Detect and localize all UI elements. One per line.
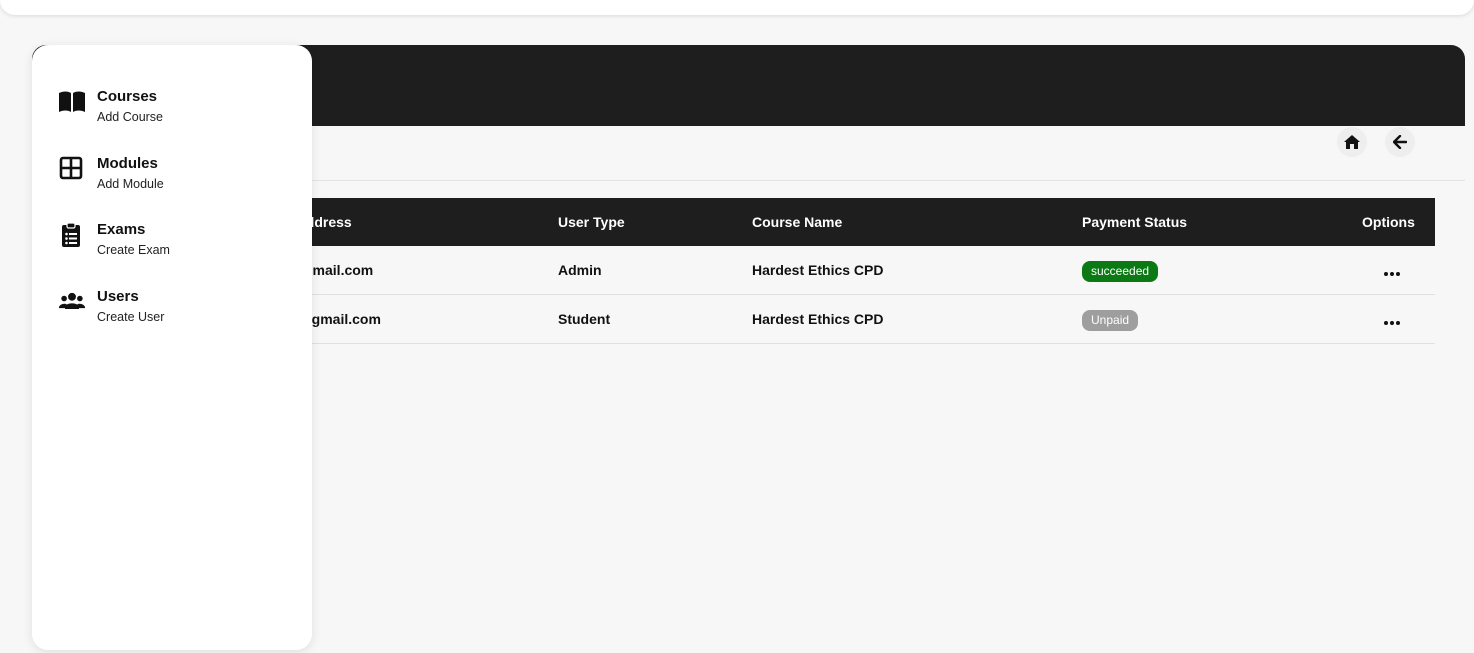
home-button[interactable] [1337, 127, 1367, 157]
payment-status-badge: Unpaid [1082, 310, 1139, 331]
cell-user-type: Student [558, 311, 611, 327]
arrow-left-icon [1393, 135, 1407, 149]
sidebar-subitem-create-user[interactable]: Create User [97, 310, 164, 324]
cell-email: gmail.com [304, 262, 374, 278]
more-options-icon[interactable] [1382, 262, 1402, 282]
sidebar-subitem-create-exam[interactable]: Create Exam [97, 243, 170, 257]
sidebar-item-label[interactable]: Modules [97, 155, 158, 172]
more-options-icon[interactable] [1382, 311, 1402, 331]
sidebar-item-label[interactable]: Exams [97, 221, 145, 238]
grid-icon [59, 156, 83, 180]
sidebar-subitem-add-module[interactable]: Add Module [97, 177, 164, 191]
cell-course-name: Hardest Ethics CPD [752, 262, 884, 278]
payment-status-badge: succeeded [1082, 261, 1159, 282]
cell-user-type: Admin [558, 262, 602, 278]
clipboard-list-icon [62, 222, 80, 247]
sidebar-menu: Courses Add Course Modules Add Module Ex… [32, 45, 312, 650]
home-icon [1344, 135, 1360, 149]
sidebar-item-label[interactable]: Users [97, 288, 139, 305]
column-header-options: Options [1362, 214, 1415, 230]
sidebar-item-label[interactable]: Courses [97, 88, 157, 105]
top-navbar [0, 0, 1474, 15]
users-icon [58, 292, 86, 309]
column-header-course-name[interactable]: Course Name [752, 214, 842, 230]
cell-course-name: Hardest Ethics CPD [752, 311, 884, 327]
column-header-payment-status[interactable]: Payment Status [1082, 214, 1187, 230]
column-header-user-type[interactable]: User Type [558, 214, 625, 230]
back-button[interactable] [1385, 127, 1415, 157]
book-open-icon [59, 91, 85, 112]
sidebar-subitem-add-course[interactable]: Add Course [97, 110, 163, 124]
